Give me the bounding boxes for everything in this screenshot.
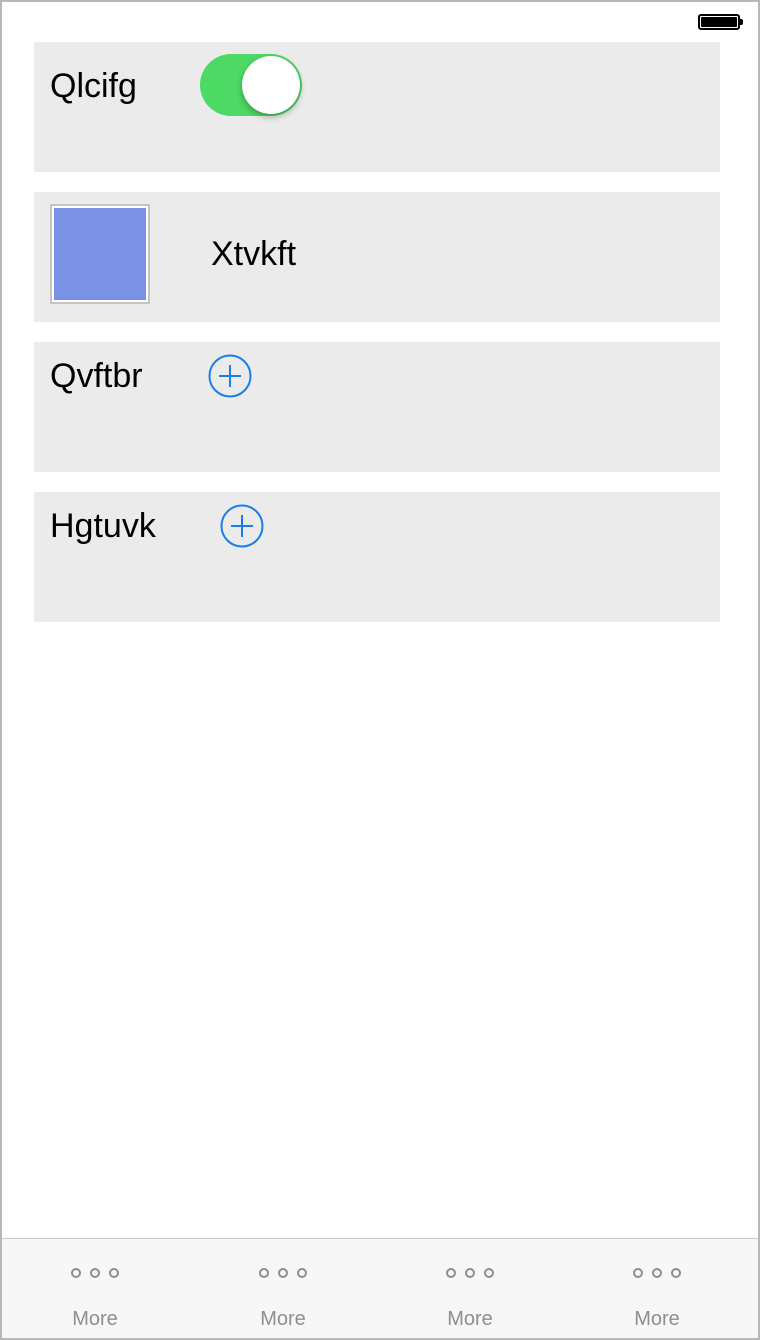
add-cell-hgtuvk: Hgtuvk [34,492,720,622]
color-swatch[interactable] [50,204,150,304]
tab-more-1[interactable]: More [25,1239,165,1338]
more-icon [633,1268,681,1278]
add-cell-label: Qvftbr [50,357,143,395]
add-circle-icon[interactable] [220,504,264,548]
color-cell: Xtvkft [34,192,720,322]
switch-cell: Qlcifg [34,42,720,172]
battery-full-icon [698,14,743,30]
tab-more-4[interactable]: More [587,1239,727,1338]
toggle-knob [242,56,300,114]
color-swatch-fill [54,208,146,300]
tab-label: More [447,1308,493,1330]
switch-cell-label: Qlcifg [50,67,137,105]
add-circle-icon[interactable] [208,354,252,398]
status-bar [2,2,758,42]
tab-label: More [634,1308,680,1330]
more-icon [446,1268,494,1278]
add-cell-label: Hgtuvk [50,507,156,545]
tab-bar: More More More More [2,1238,758,1338]
more-icon [259,1268,307,1278]
tab-more-3[interactable]: More [400,1239,540,1338]
toggle-switch[interactable] [200,54,302,116]
color-cell-label: Xtvkft [211,235,297,273]
tab-label: More [72,1308,118,1330]
add-cell-qvftbr: Qvftbr [34,342,720,472]
tab-label: More [260,1308,306,1330]
screen: Qlcifg Xtvkft Qvftbr Hgtuvk More More Mo… [0,0,760,1340]
more-icon [71,1268,119,1278]
tab-more-2[interactable]: More [213,1239,353,1338]
